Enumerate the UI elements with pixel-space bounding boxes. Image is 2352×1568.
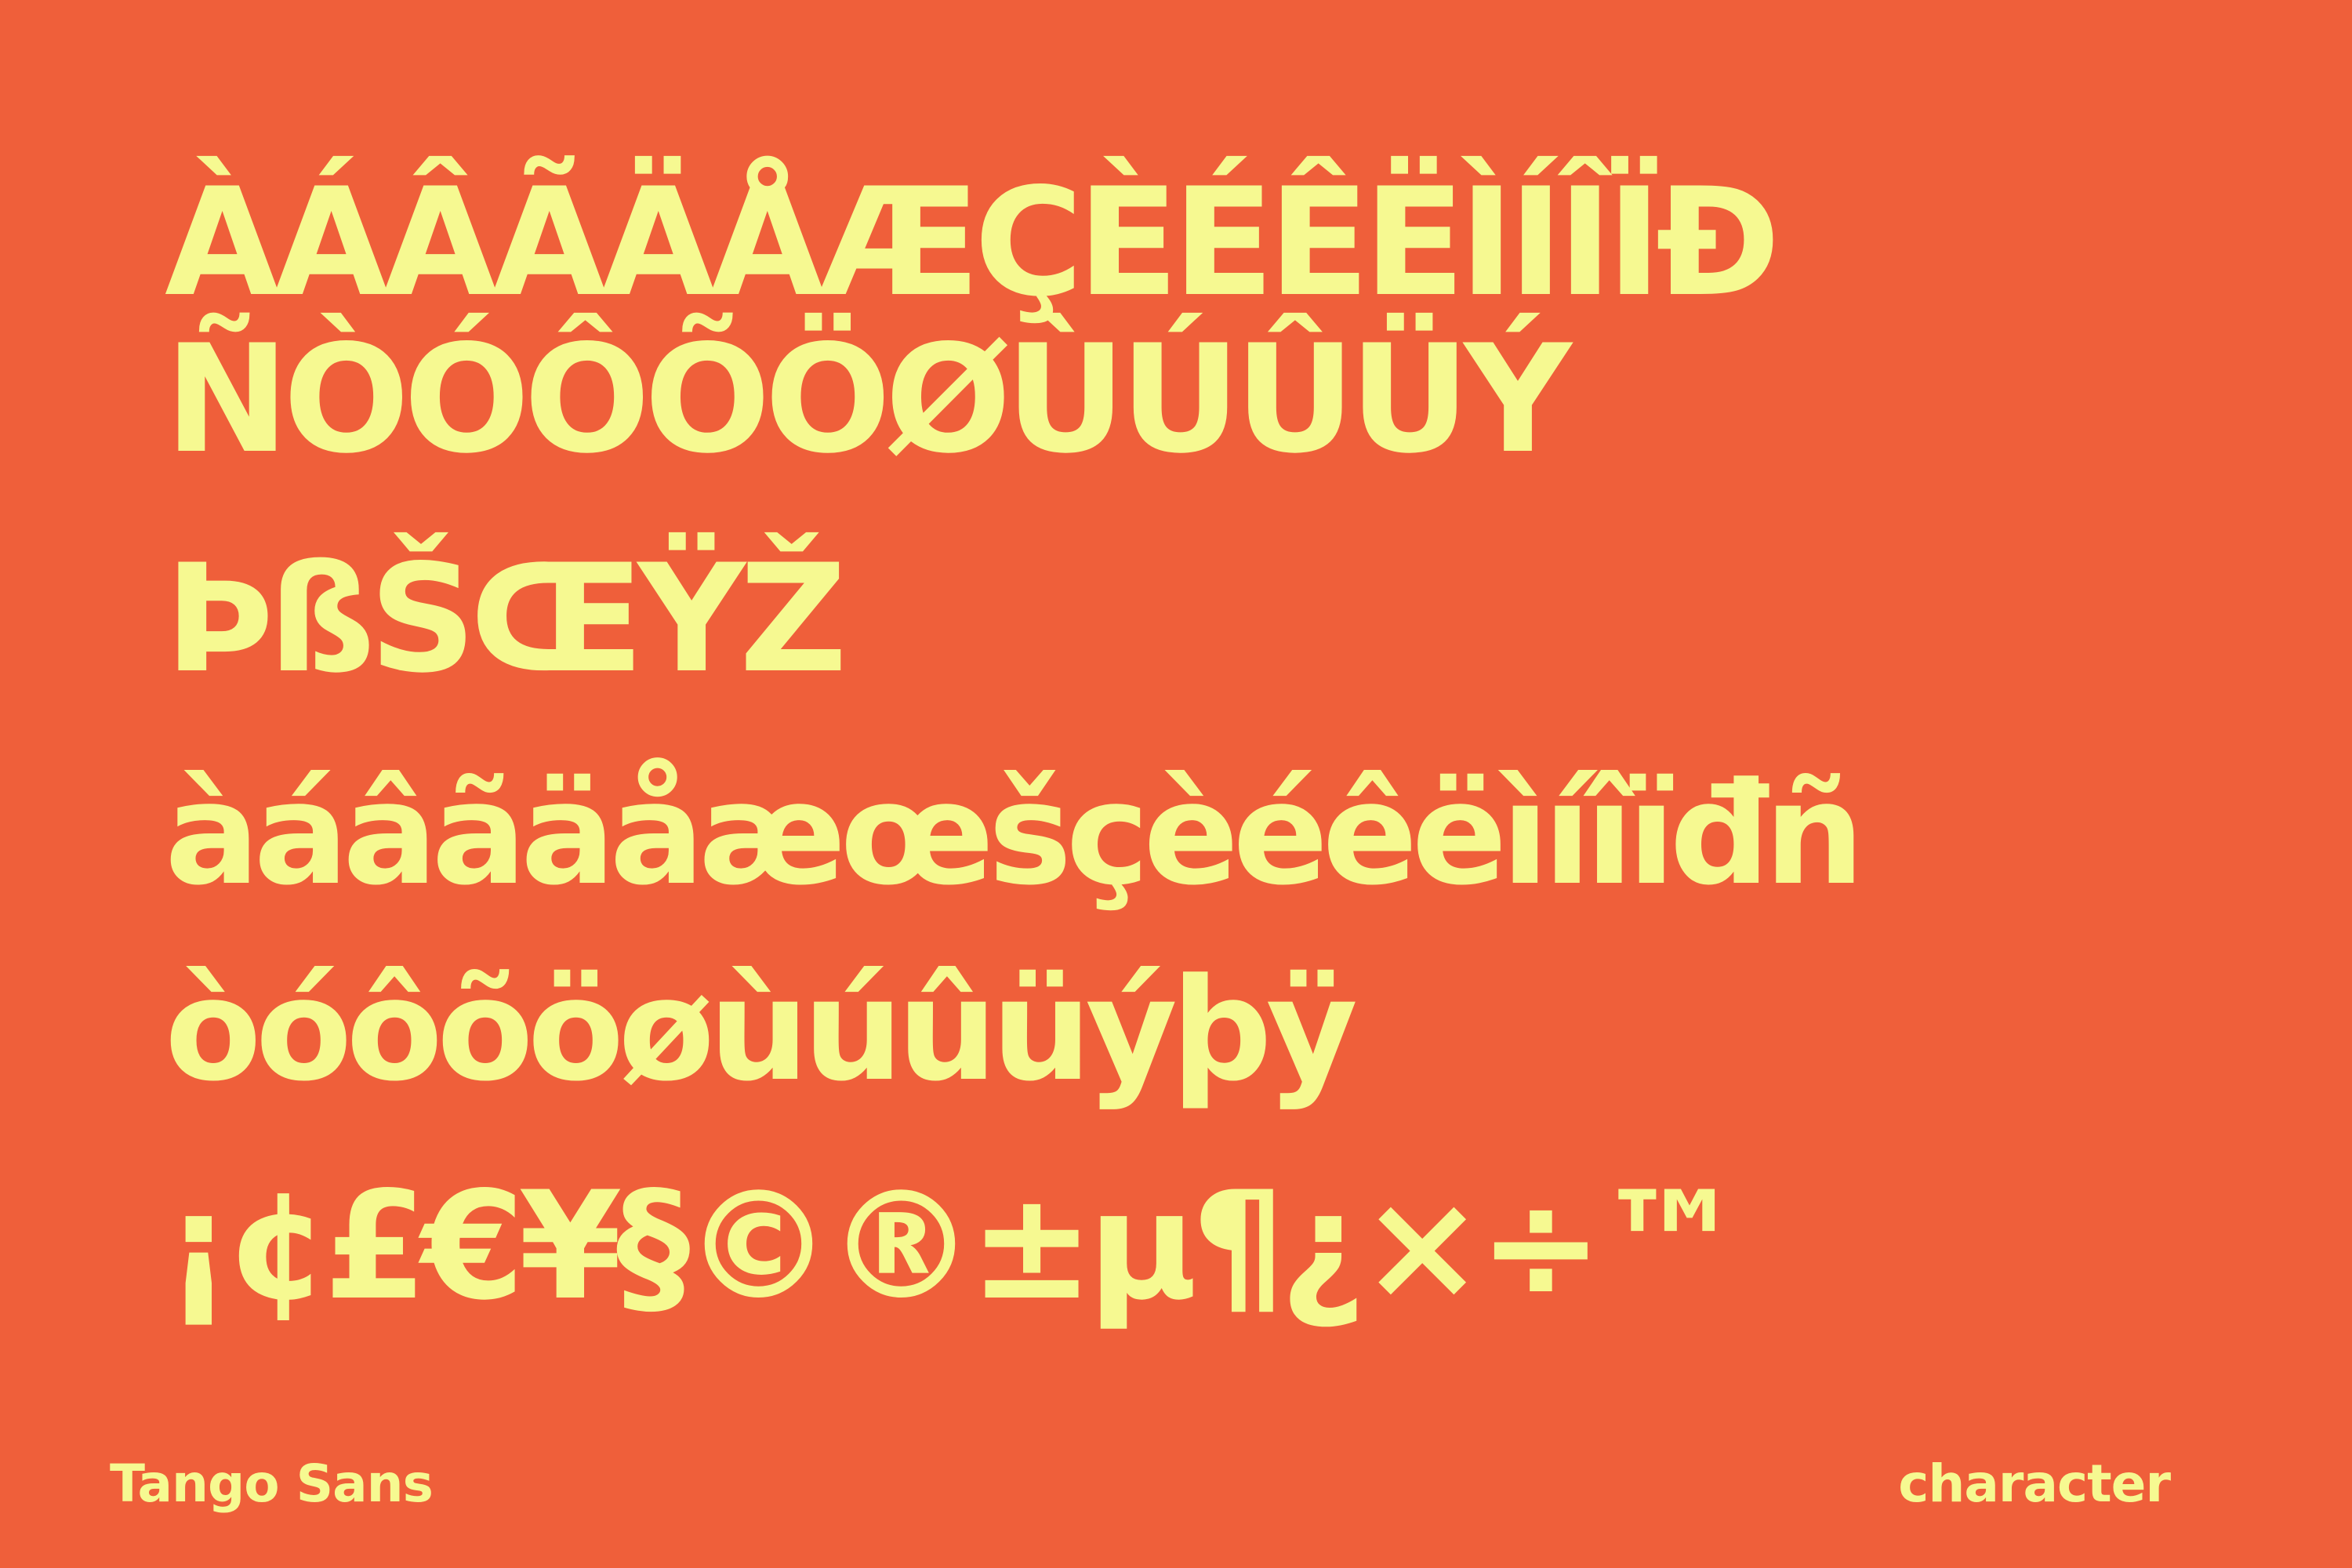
lowercase-accented-line-2: òóôõöøùúûüýþÿ [165, 949, 1358, 1112]
symbols-line: ¡¢£€¥§©®±µ¶¿×÷™ [165, 1160, 1746, 1333]
font-name-label: Tango Sans [110, 1454, 434, 1514]
uppercase-accented-line-1: ÀÁÂÃÄÅÆÇÈÉÊËÌÍÎÏÐ [165, 156, 1780, 329]
category-label: character [1898, 1454, 2171, 1514]
lowercase-accented-line-1: àáâãäåæœšçèéêëìíîïđñ [165, 753, 1864, 916]
uppercase-accented-line-2: ÑÒÓÔÕÖØÙÚÛÜÝ [165, 313, 1572, 486]
uppercase-accented-line-3: ÞßŠŒŸŽ [165, 532, 848, 706]
